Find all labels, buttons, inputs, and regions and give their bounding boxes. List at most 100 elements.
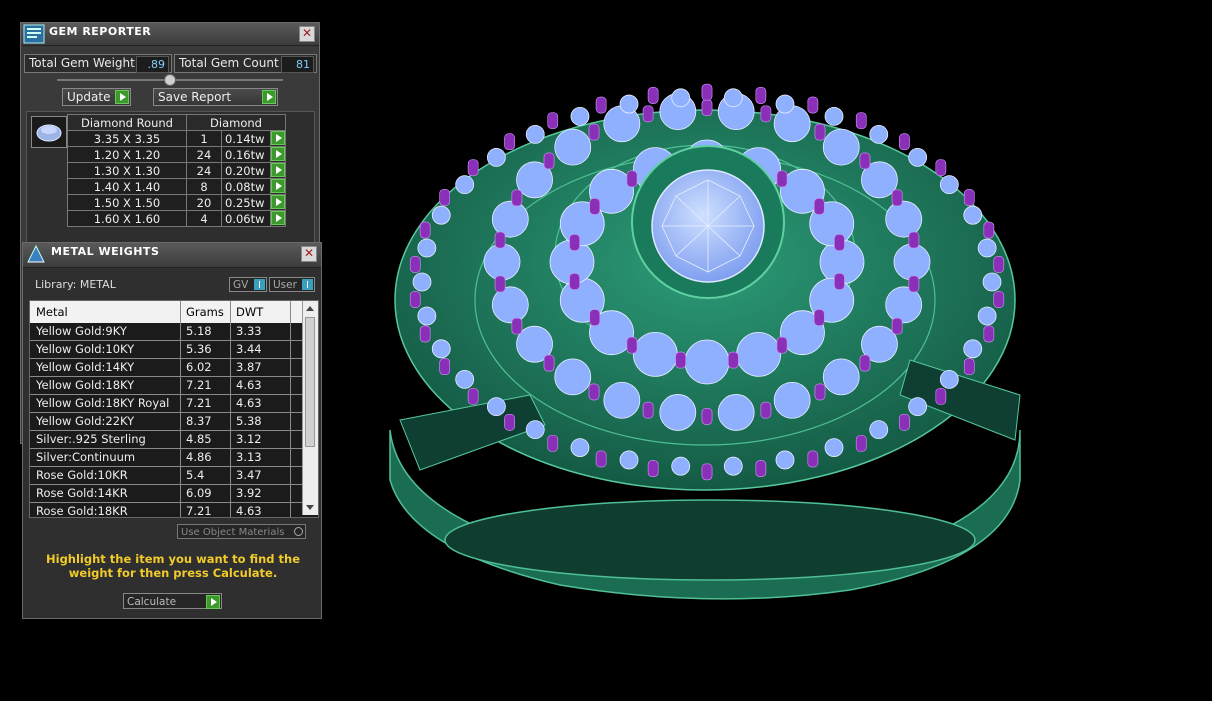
diamond-stone [977,238,997,258]
diamond-stone [417,306,437,326]
prong [647,87,659,104]
gem-row-go-button[interactable] [270,146,286,163]
prong [626,170,638,188]
diamond-stone [736,331,782,377]
gem-weight: 0.20tw [221,162,271,179]
diamond-stone [869,420,889,440]
prong [511,317,523,335]
metal-grams-cell: 4.85 [186,432,212,446]
gem-size: 1.30 X 1.30 [67,162,187,179]
prong [439,358,451,375]
save-report-button[interactable]: Save Report [153,88,278,106]
prong [543,152,555,170]
prong [899,133,910,151]
prong [467,159,479,176]
prong [642,105,654,123]
prong [908,275,920,293]
diamond-stone [671,456,691,476]
round-diamond-icon[interactable] [31,116,67,148]
diamond-stone [431,339,451,359]
prong [834,234,845,251]
prong [935,159,947,176]
metal-row[interactable]: Yellow Gold:14KY 6.02 3.87 [30,359,302,377]
metal-row[interactable]: Rose Gold:14KR 6.09 3.92 [30,485,302,503]
diamond-stone [431,205,451,225]
ring-model-render[interactable] [330,0,1212,697]
gem-row-go-button[interactable] [270,162,286,179]
gem-weight: 0.08tw [221,178,271,195]
gem-row[interactable]: 3.35 X 3.35 1 0.14tw [67,130,286,147]
metal-row[interactable]: Yellow Gold:9KY 5.18 3.33 [30,323,302,341]
metal-row[interactable]: Yellow Gold:22KY 8.37 5.38 [30,413,302,431]
prong [647,460,659,477]
prong [569,273,580,290]
column-header-grams[interactable]: Grams [186,305,224,319]
diamond-stone [455,369,475,389]
gem-row[interactable]: 1.30 X 1.30 24 0.20tw [67,162,286,179]
slider-handle[interactable] [164,74,176,86]
prong [701,463,713,481]
scroll-up-icon[interactable] [306,306,314,311]
prong [891,317,903,335]
gem-row-go-button[interactable] [270,194,286,211]
metal-weights-close-button[interactable]: ✕ [301,246,317,262]
user-toggle[interactable]: User [269,277,315,292]
prong [547,435,559,452]
diamond-stone [525,124,545,144]
scroll-thumb[interactable] [305,317,315,447]
gem-count: 24 [186,162,222,179]
metal-row[interactable]: Yellow Gold:18KY 7.21 4.63 [30,377,302,395]
diamond-stone [723,456,743,476]
diamond-stone [554,128,592,166]
gem-row[interactable]: 1.40 X 1.40 8 0.08tw [67,178,286,195]
metal-grams-cell: 4.86 [186,450,212,464]
gem-row-go-button[interactable] [270,178,286,195]
calculate-button[interactable]: Calculate [123,593,222,609]
metal-row[interactable]: Rose Gold:18KR 7.21 4.63 [30,503,302,517]
diamond-stone [908,397,928,417]
gem-row-go-button[interactable] [270,210,286,227]
prong [595,450,607,468]
play-arrow-icon [271,147,285,161]
gem-reporter-titlebar[interactable]: GEM REPORTER ✕ [21,23,319,46]
prong [891,189,903,207]
metal-row[interactable]: Rose Gold:10KR 5.4 3.47 [30,467,302,485]
prong [993,256,1005,273]
gem-row[interactable]: 1.50 X 1.50 20 0.25tw [67,194,286,211]
prong [834,273,845,290]
metal-table-scrollbar[interactable] [302,301,318,515]
prong [595,96,607,114]
diamond-stone [603,381,641,419]
column-header-dwt[interactable]: DWT [236,305,263,319]
gem-report-icon [23,24,45,44]
diamond-stone [570,106,590,126]
metal-grams-cell: 5.36 [186,342,212,356]
metal-row[interactable]: Silver:Continuum 4.86 3.13 [30,449,302,467]
column-header-metal[interactable]: Metal [36,305,68,319]
metal-row[interactable]: Silver:.925 Sterling 4.85 3.12 [30,431,302,449]
prong [504,133,515,151]
diamond-stone [908,147,928,167]
diamond-stone [885,286,923,324]
metal-grams-cell: 7.21 [186,378,212,392]
metal-row[interactable]: Yellow Gold:10KY 5.36 3.44 [30,341,302,359]
gem-row[interactable]: 1.20 X 1.20 24 0.16tw [67,146,286,163]
diamond-stone [619,94,639,114]
gem-reporter-close-button[interactable]: ✕ [299,26,315,42]
metal-weights-titlebar[interactable]: METAL WEIGHTS ✕ [23,243,321,268]
3d-viewport[interactable] [330,0,1212,697]
gem-row[interactable]: 1.60 X 1.60 4 0.06tw [67,210,286,227]
diamond-stone [483,243,521,281]
gv-toggle[interactable]: GV [229,277,267,292]
use-object-materials-option[interactable]: Use Object Materials [177,524,306,539]
prong [701,408,713,425]
prong [776,336,788,354]
gem-row-go-button[interactable] [270,130,286,147]
gem-table: Diamond Round Diamond 3.35 X 3.35 1 0.14… [67,114,286,227]
metal-row[interactable]: Yellow Gold:18KY Royal 7.21 4.63 [30,395,302,413]
scroll-down-icon[interactable] [306,505,314,510]
update-button[interactable]: Update [62,88,131,106]
metal-dwt-cell: 5.38 [236,414,262,428]
metal-dwt-cell: 3.13 [236,450,262,464]
diamond-stone [525,420,545,440]
